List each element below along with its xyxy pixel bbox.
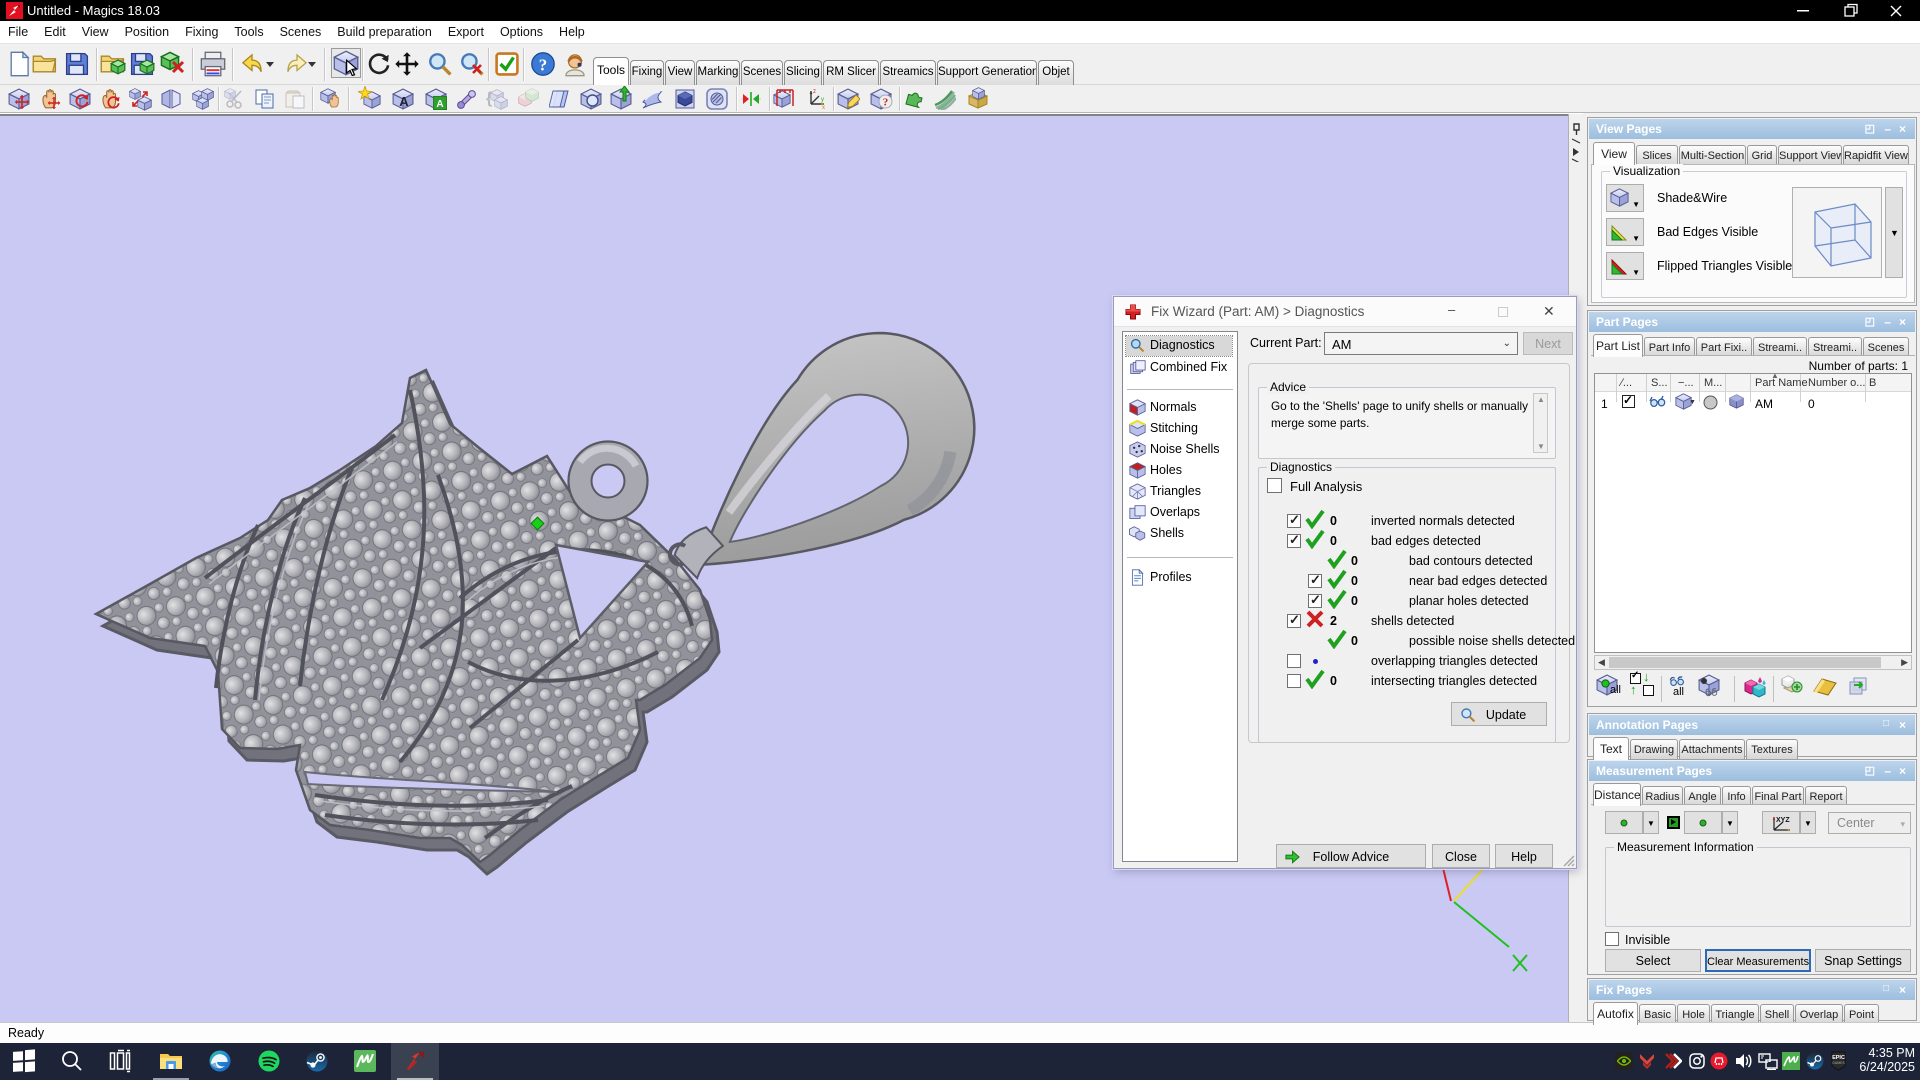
svg-text:A: A	[399, 94, 409, 108]
svg-text:?: ?	[883, 97, 889, 109]
svg-text:y: y	[821, 97, 824, 103]
svg-text:A: A	[436, 99, 443, 110]
svg-text:z: z	[813, 89, 816, 95]
svg-text:XYZ: XYZ	[1776, 817, 1790, 824]
svg-text:?: ?	[539, 56, 547, 75]
svg-text:x: x	[822, 105, 825, 110]
svg-text:GAMES: GAMES	[1832, 1061, 1845, 1065]
